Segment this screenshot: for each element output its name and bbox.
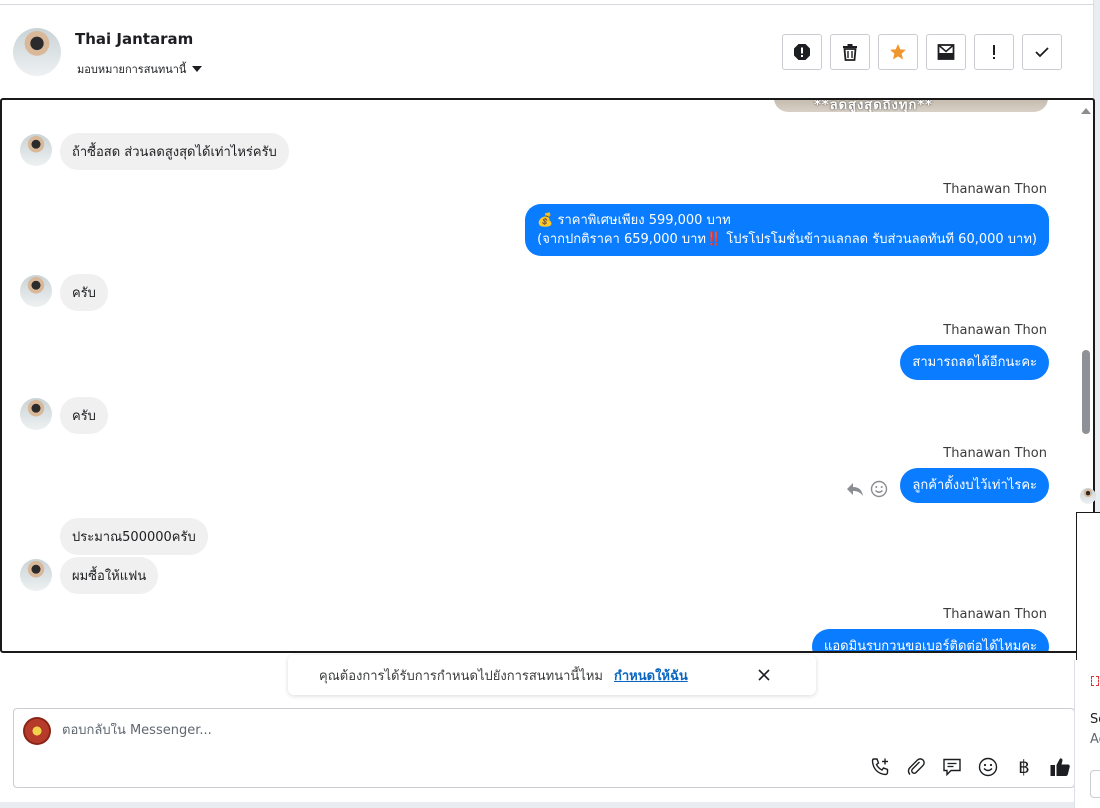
assign-prompt-banner: คุณต้องการได้รับการกำหนดไปยังการสนทนานี้… (288, 655, 816, 695)
payment-button[interactable]: ฿ (1012, 755, 1036, 779)
outgoing-message[interactable]: 💰 ราคาพิเศษเพียง 599,000 บาท (จากปกติราค… (525, 204, 1049, 256)
sender-name: Thanawan Thon (943, 607, 1047, 622)
chat-head-avatar[interactable] (1080, 488, 1096, 504)
exclamation-icon (993, 45, 995, 59)
star-button[interactable] (878, 34, 918, 70)
chat-bubbles-icon (943, 758, 961, 777)
check-icon (1035, 47, 1049, 58)
side-panel-fragment (1076, 512, 1100, 662)
emoji-icon (978, 757, 998, 777)
outgoing-message[interactable]: สามารถลดได้อีกนะคะ (900, 345, 1049, 380)
report-icon (794, 44, 810, 60)
paperclip-icon (907, 758, 925, 775)
inbox-window: Thai Jantaram มอบหมายการสนทนานี้ **ลดสูง… (0, 0, 1095, 802)
conversation-header: Thai Jantaram มอบหมายการสนทนานี้ (0, 5, 1094, 98)
mark-important-button[interactable] (974, 34, 1014, 70)
sender-name: Thanawan Thon (943, 446, 1047, 461)
side-card-text: So (1090, 712, 1100, 727)
react-emoji-icon[interactable] (870, 480, 888, 498)
message-avatar (20, 134, 52, 166)
emoji-button[interactable] (976, 755, 1000, 779)
assign-dropdown[interactable]: มอบหมายการสนทนานี้ (77, 60, 203, 78)
thumbs-up-icon (1050, 758, 1070, 776)
assign-prompt-text: คุณต้องการได้รับการกำหนดไปยังการสนทนานี้… (319, 669, 603, 684)
assign-to-me-link[interactable]: กำหนดให้ฉัน (614, 665, 688, 686)
caret-down-icon (192, 66, 203, 72)
scroll-up-arrow-icon[interactable] (1081, 108, 1091, 114)
assign-label: มอบหมายการสนทนานี้ (77, 63, 187, 76)
attach-button[interactable] (904, 755, 928, 779)
message-actions (846, 480, 888, 498)
mark-done-button[interactable] (1022, 34, 1062, 70)
mark-unread-icon (937, 44, 955, 60)
sender-name: Thanawan Thon (943, 323, 1047, 338)
contact-name[interactable]: Thai Jantaram (75, 30, 193, 48)
message-line: 💰 ราคาพิเศษเพียง 599,000 บาท (537, 213, 731, 228)
message-thread[interactable]: **ลดสูงสุดถึงทุก** ถ้าซื้อสด ส่วนลดสูงสุ… (0, 98, 1095, 653)
report-button[interactable] (782, 34, 822, 70)
scroll-thumb[interactable] (1082, 350, 1090, 434)
side-card-icon (1091, 676, 1099, 686)
incoming-message[interactable]: ครับ (60, 397, 108, 434)
incoming-message[interactable]: ถ้าซื้อสด ส่วนลดสูงสุดได้เท่าไหร่ครับ (60, 133, 289, 170)
message-composer: ฿ (13, 708, 1075, 788)
side-card-button[interactable] (1090, 770, 1100, 798)
message-avatar (20, 398, 52, 430)
header-toolbar (782, 34, 1062, 70)
outgoing-message[interactable]: ลูกค้าตั้งงบไว้เท่าไรคะ (900, 468, 1049, 503)
baht-icon: ฿ (1018, 756, 1030, 778)
reply-input[interactable] (62, 723, 962, 738)
page-avatar (23, 717, 51, 745)
attachment-overlay-text: **ลดสูงสุดถึงทุก** (814, 98, 933, 112)
message-avatar (20, 275, 52, 307)
reply-icon[interactable] (846, 481, 864, 497)
trash-icon (843, 44, 857, 61)
star-icon (890, 44, 906, 60)
close-icon[interactable] (754, 665, 774, 685)
side-card-fragment: So Ad (1074, 660, 1100, 808)
call-add-icon (871, 758, 889, 776)
incoming-message[interactable]: ครับ (60, 274, 108, 311)
message-avatar (20, 559, 52, 591)
delete-button[interactable] (830, 34, 870, 70)
incoming-message[interactable]: ประมาณ500000ครับ (60, 518, 208, 555)
incoming-message[interactable]: ผมซื้อให้แฟน (60, 557, 159, 594)
sender-name: Thanawan Thon (943, 182, 1047, 197)
like-button[interactable] (1048, 755, 1072, 779)
saved-replies-button[interactable] (940, 755, 964, 779)
composer-toolbar: ฿ (868, 755, 1072, 779)
image-attachment-preview[interactable]: **ลดสูงสุดถึงทุก** (774, 98, 1048, 112)
contact-avatar[interactable] (13, 28, 61, 76)
side-card-subtext: Ad (1090, 732, 1100, 747)
outgoing-message[interactable]: แอดมินรบกวนขอเบอร์ติดต่อได้ไหมคะ (811, 629, 1049, 651)
mark-unread-button[interactable] (926, 34, 966, 70)
call-add-button[interactable] (868, 755, 892, 779)
message-line: (จากปกติราคา 659,000 บาท‼️ โปรโปรโมชั่นข… (537, 232, 1037, 247)
